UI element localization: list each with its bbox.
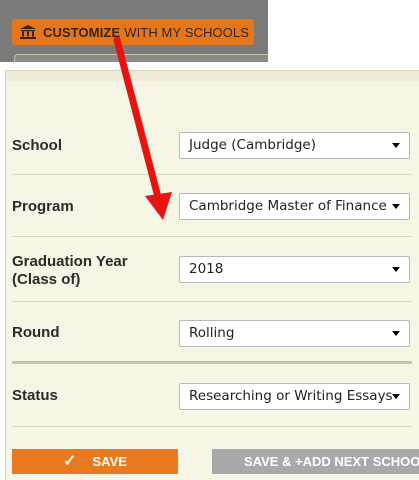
banner-panel-edge	[14, 54, 268, 62]
section-divider	[12, 361, 412, 364]
save-button[interactable]: ✓ SAVE	[12, 449, 178, 474]
school-form-panel: School Judge (Cambridge) Program Cambrid…	[5, 70, 419, 480]
divider	[12, 426, 412, 427]
school-label: School	[12, 137, 63, 154]
program-label: Program	[12, 198, 74, 215]
round-label: Round	[12, 324, 60, 341]
program-select-value: Cambridge Master of Finance	[189, 198, 387, 214]
caret-down-icon	[392, 143, 400, 148]
status-select-value: Researching or Writing Essays	[189, 388, 393, 404]
round-select-value: Rolling	[189, 325, 235, 341]
caret-down-icon	[392, 204, 400, 209]
graduation-year-select-value: 2018	[189, 261, 224, 277]
save-and-add-next-school-label: SAVE & +ADD NEXT SCHOOL	[244, 454, 419, 469]
with-my-schools-label: WITH MY SCHOOLS	[124, 24, 249, 40]
graduation-year-label-line2: (Class of)	[12, 271, 81, 288]
divider	[12, 301, 412, 302]
school-select[interactable]: Judge (Cambridge)	[179, 132, 410, 159]
customize-label: CUSTOMIZE	[43, 24, 121, 40]
program-select[interactable]: Cambridge Master of Finance	[179, 193, 410, 220]
divider	[12, 236, 412, 237]
checkmark-icon: ✓	[63, 452, 77, 470]
divider	[12, 174, 412, 175]
school-select-value: Judge (Cambridge)	[189, 137, 316, 153]
customize-banner: CUSTOMIZE WITH MY SCHOOLS	[0, 0, 268, 62]
caret-down-icon	[392, 394, 400, 399]
institution-icon	[20, 25, 36, 39]
status-select[interactable]: Researching or Writing Essays	[179, 383, 410, 410]
customize-with-my-schools-button[interactable]: CUSTOMIZE WITH MY SCHOOLS	[12, 19, 254, 45]
graduation-year-label-line1: Graduation Year	[12, 253, 128, 270]
graduation-year-label: Graduation Year (Class of)	[12, 253, 128, 289]
status-label: Status	[12, 387, 58, 404]
caret-down-icon	[392, 267, 400, 272]
panel-top-strip	[6, 71, 419, 81]
round-select[interactable]: Rolling	[179, 320, 410, 347]
graduation-year-select[interactable]: 2018	[179, 256, 410, 283]
save-button-label: SAVE	[92, 454, 127, 469]
caret-down-icon	[392, 331, 400, 336]
save-and-add-next-school-button[interactable]: SAVE & +ADD NEXT SCHOOL	[212, 449, 419, 474]
